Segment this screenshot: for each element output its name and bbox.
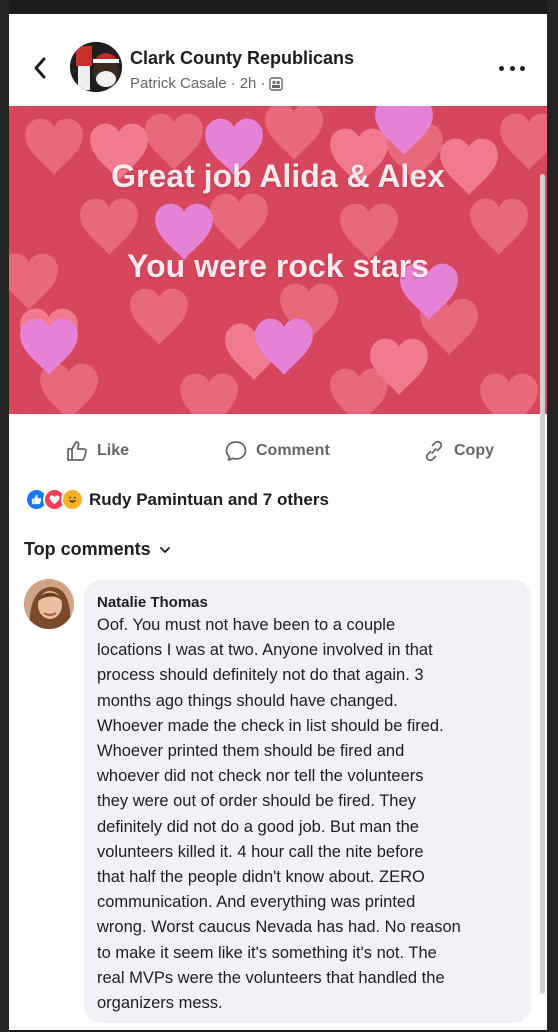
reactions-summary[interactable]: Rudy Pamintuan and 7 others: [25, 488, 329, 511]
chevron-down-icon: [159, 546, 170, 553]
screen-bezel-right: [547, 0, 558, 1032]
comment-label: Comment: [256, 442, 330, 459]
back-button[interactable]: [27, 52, 53, 84]
meta-separator: ·: [260, 75, 266, 92]
post-time[interactable]: 2h: [240, 75, 257, 92]
comment-bubble-icon: [225, 441, 247, 461]
comment-text: Oof. You must not have been to a couple …: [97, 616, 461, 1013]
screen-bezel-left: [0, 0, 9, 1032]
meta-separator: ·: [230, 75, 236, 92]
reaction-icons: [25, 488, 84, 511]
copy-button[interactable]: Copy: [422, 439, 494, 463]
post-meta: Patrick Casale · 2h ·: [130, 75, 284, 92]
more-dot: [520, 65, 525, 71]
post-banner[interactable]: Great job Alida & Alex You were rock sta…: [9, 106, 547, 414]
thumbs-up-icon: [67, 441, 88, 461]
banner-line-1: Great job Alida & Alex: [111, 158, 445, 194]
copy-label: Copy: [454, 442, 494, 459]
app-screen: Clark County Republicans Patrick Casale …: [9, 14, 547, 1030]
group-name[interactable]: Clark County Republicans: [130, 48, 354, 69]
commenter-name[interactable]: Natalie Thomas: [97, 594, 208, 611]
more-options-button[interactable]: [499, 58, 525, 78]
reactions-count-label: Rudy Pamintuan and 7 others: [89, 489, 329, 509]
author-name[interactable]: Patrick Casale: [130, 75, 227, 92]
link-icon: [425, 440, 443, 462]
more-dot: [509, 65, 515, 71]
comment-button[interactable]: Comment: [224, 439, 330, 463]
like-label: Like: [97, 442, 130, 459]
post-actions: Like Comment Copy: [9, 429, 547, 473]
scrollbar[interactable]: [540, 174, 545, 994]
like-button[interactable]: Like: [65, 439, 129, 463]
comment-bubble[interactable]: Natalie Thomas Oof. You must not have be…: [84, 580, 531, 1023]
chevron-left-icon: [34, 57, 46, 79]
group-avatar[interactable]: [70, 42, 122, 92]
banner-line-2: You were rock stars: [127, 248, 429, 284]
more-dots-icon: [499, 65, 504, 71]
comment-filter-label: Top comments: [24, 539, 151, 559]
comment-filter[interactable]: Top comments: [24, 539, 171, 560]
group-members-icon: [269, 76, 284, 91]
commenter-avatar[interactable]: [24, 579, 74, 629]
haha-reaction-icon: [61, 488, 84, 511]
post-header: Clark County Republicans Patrick Casale …: [9, 14, 547, 106]
